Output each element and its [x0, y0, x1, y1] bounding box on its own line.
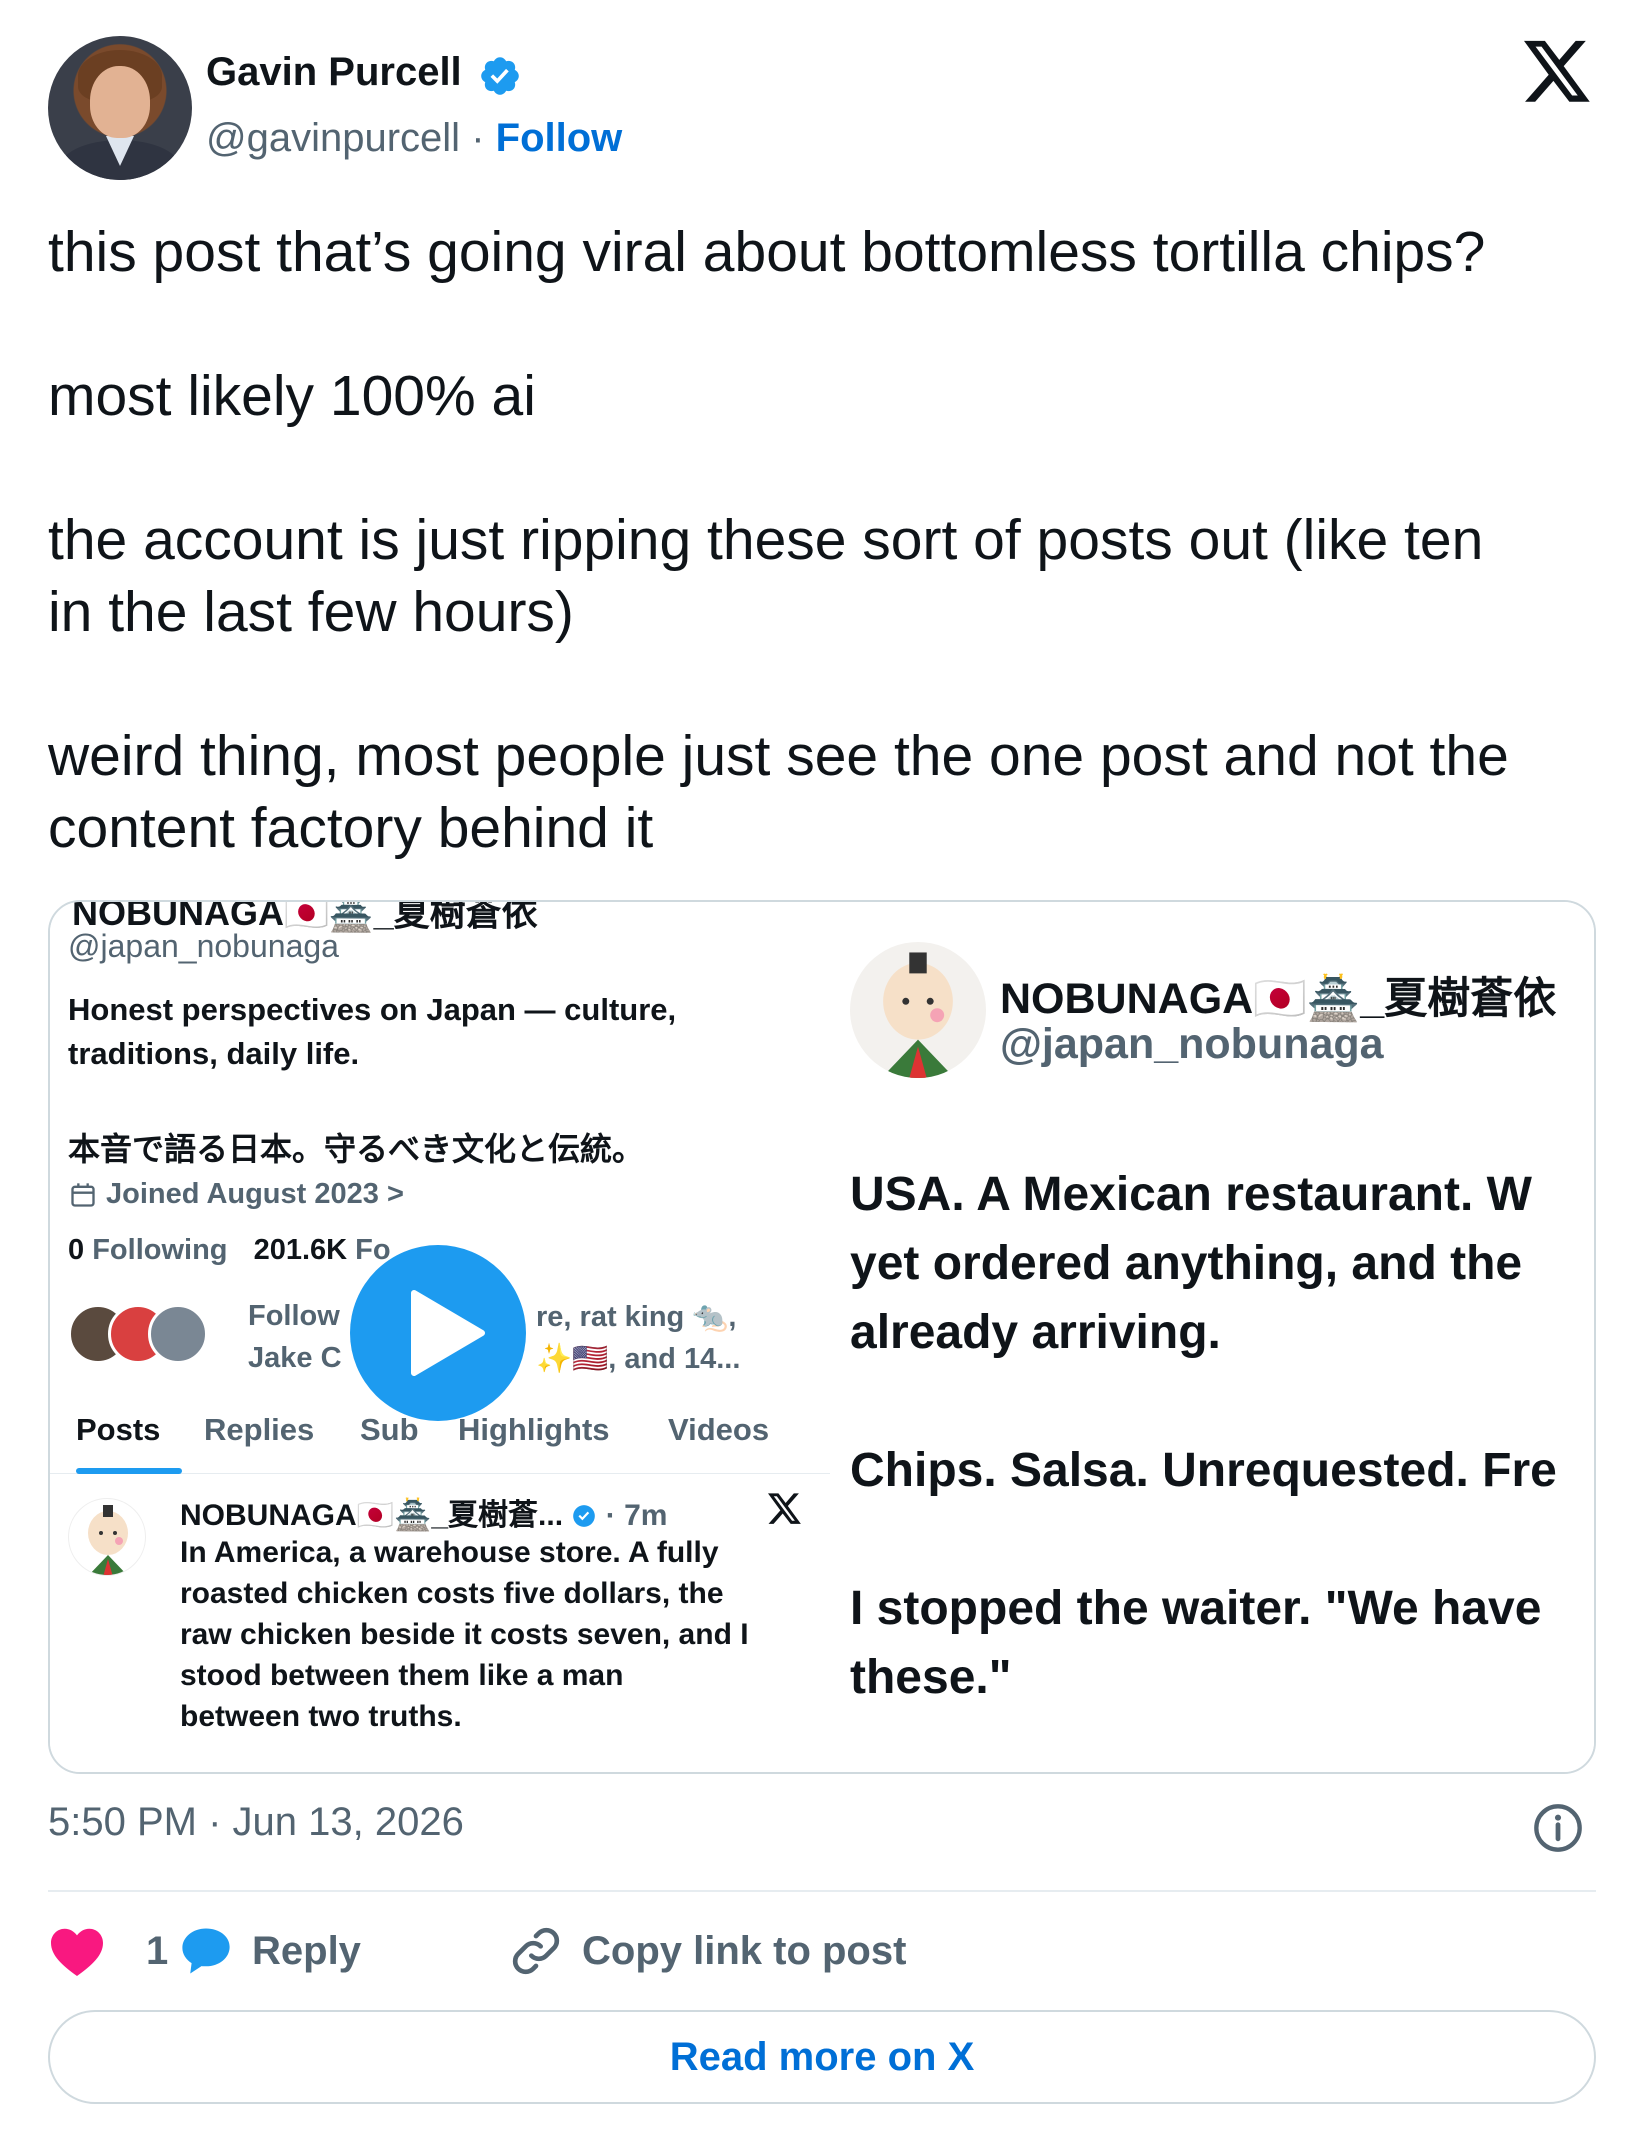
- x-logo-icon: [768, 1493, 801, 1524]
- screenshot-post-text: USA. A Mexican restaurant. W yet ordered…: [850, 1160, 1594, 1712]
- post-text: this post that’s going viral about botto…: [48, 216, 1608, 864]
- copy-link-label: Copy link to post: [582, 1928, 907, 1973]
- follow-link[interactable]: Follow: [496, 116, 623, 160]
- embedded-post-name: NOBUNAGA🇯🇵🏯_夏樹蒼...: [180, 1499, 564, 1532]
- joined-text: Joined August 2023 >: [106, 1178, 404, 1210]
- followed-by-text: re, rat king 🐀,: [536, 1301, 737, 1333]
- samurai-avatar: [68, 1498, 146, 1576]
- reply-label: Reply: [252, 1928, 361, 1973]
- embedded-post-line: roasted chicken costs five dollars, the: [180, 1577, 724, 1610]
- samurai-avatar: [850, 942, 986, 1078]
- screenshot-post-panel: NOBUNAGA🇯🇵🏯_夏樹蒼依 @japan_nobunaga USA. A …: [830, 902, 1594, 1772]
- play-icon: [411, 1290, 485, 1376]
- followers-count: 201.6K: [253, 1234, 348, 1266]
- verified-badge-icon: [573, 1505, 596, 1527]
- author-name[interactable]: Gavin Purcell: [206, 50, 462, 95]
- followed-by-avatars: [68, 1304, 228, 1364]
- embedded-post-line: stood between them like a man: [180, 1659, 624, 1692]
- followed-by-text: Jake C: [248, 1342, 342, 1374]
- screenshot-post-line: yet ordered anything, and the: [850, 1237, 1523, 1290]
- screenshot-follow-counts: 0 Following 201.6K Fo: [68, 1234, 409, 1267]
- like-count: 1: [146, 1928, 169, 1973]
- embedded-post-text: In America, a warehouse store. A fully r…: [180, 1532, 810, 1737]
- embedded-post-line: between two truths.: [180, 1700, 462, 1733]
- copy-link-button[interactable]: Copy link to post: [508, 1916, 906, 1986]
- following-label: Following: [92, 1234, 228, 1266]
- post-timestamp[interactable]: 5:50 PM · Jun 13, 2026: [48, 1800, 464, 1845]
- embedded-post-line: raw chicken beside it costs seven, and I: [180, 1618, 749, 1651]
- author-avatar[interactable]: [48, 36, 192, 180]
- screenshot-post-handle: @japan_nobunaga: [1000, 1020, 1384, 1068]
- embedded-post-line: In America, a warehouse store. A fully: [180, 1536, 719, 1569]
- post-line: this post that’s going viral about botto…: [48, 220, 1486, 284]
- action-bar: 1 Reply Copy link to post: [48, 1916, 1596, 1986]
- author-handle-row: @gavinpurcell · Follow: [206, 116, 622, 161]
- video-media[interactable]: NOBUNAGA🇯🇵🏯_夏樹蒼依 @japan_nobunaga Honest …: [48, 900, 1596, 1774]
- screenshot-joined: Joined August 2023 >: [68, 1178, 404, 1211]
- tab-videos: Videos: [668, 1412, 770, 1447]
- screenshot-post-line: I stopped the waiter. "We have: [850, 1582, 1542, 1635]
- active-tab-indicator: [76, 1468, 182, 1474]
- embedded-post-time: · 7m: [605, 1499, 668, 1532]
- divider: [48, 1890, 1596, 1892]
- screenshot-post-line: USA. A Mexican restaurant. W: [850, 1168, 1532, 1221]
- screenshot-bio: Honest perspectives on Japan — culture, …: [68, 988, 768, 1076]
- tab-highlights: Highlights: [458, 1412, 610, 1447]
- screenshot-profile-panel: NOBUNAGA🇯🇵🏯_夏樹蒼依 @japan_nobunaga Honest …: [50, 902, 830, 1772]
- author-handle[interactable]: @gavinpurcell: [206, 116, 460, 160]
- samurai-icon: [881, 952, 955, 1078]
- x-logo-icon[interactable]: [1524, 40, 1592, 104]
- followed-by-text: ✨🇺🇸, and 14...: [536, 1343, 741, 1375]
- read-more-button[interactable]: Read more on X: [48, 2010, 1596, 2104]
- screenshot-post-name: NOBUNAGA🇯🇵🏯_夏樹蒼依: [1000, 975, 1557, 1023]
- post-line: in the last few hours): [48, 580, 574, 644]
- post-line: most likely 100% ai: [48, 364, 536, 428]
- following-count: 0: [68, 1234, 85, 1266]
- tab-posts: Posts: [76, 1412, 161, 1447]
- link-icon: [512, 1927, 560, 1975]
- reply-bubble-icon: [182, 1928, 230, 1974]
- heart-icon: [51, 1928, 103, 1977]
- followed-by-text: Follow: [248, 1300, 340, 1332]
- info-icon[interactable]: [1532, 1802, 1584, 1854]
- screenshot-post-line: these.": [850, 1651, 1012, 1704]
- bio-line: traditions, daily life.: [68, 1036, 360, 1071]
- mini-avatar: [148, 1304, 208, 1364]
- post-line: weird thing, most people just see the on…: [48, 724, 1509, 788]
- handle-separator: ·: [471, 116, 485, 160]
- tab-replies: Replies: [204, 1412, 315, 1447]
- bio-line: Honest perspectives on Japan — culture,: [68, 992, 677, 1027]
- play-button[interactable]: [350, 1245, 526, 1421]
- screenshot-post-line: Chips. Salsa. Unrequested. Fre: [850, 1444, 1557, 1497]
- post-line: the account is just ripping these sort o…: [48, 508, 1484, 572]
- calendar-icon: [71, 1182, 95, 1207]
- screenshot-post-line: already arriving.: [850, 1306, 1221, 1359]
- reply-button[interactable]: Reply: [178, 1916, 361, 1986]
- tweet-embed-card: Gavin Purcell @gavinpurcell · Follow thi…: [0, 0, 1644, 2154]
- screenshot-handle: @japan_nobunaga: [68, 928, 339, 964]
- like-button[interactable]: 1: [48, 1916, 168, 1986]
- samurai-icon: [88, 1505, 128, 1575]
- post-line: content factory behind it: [48, 796, 654, 860]
- screenshot-bio-jp: 本音で語る日本。守るべき文化と伝統。: [68, 1131, 645, 1167]
- tab-subs: Sub: [360, 1412, 419, 1447]
- embedded-post-header: NOBUNAGA🇯🇵🏯_夏樹蒼... · 7m: [180, 1490, 667, 1534]
- verified-badge-icon: [481, 57, 519, 95]
